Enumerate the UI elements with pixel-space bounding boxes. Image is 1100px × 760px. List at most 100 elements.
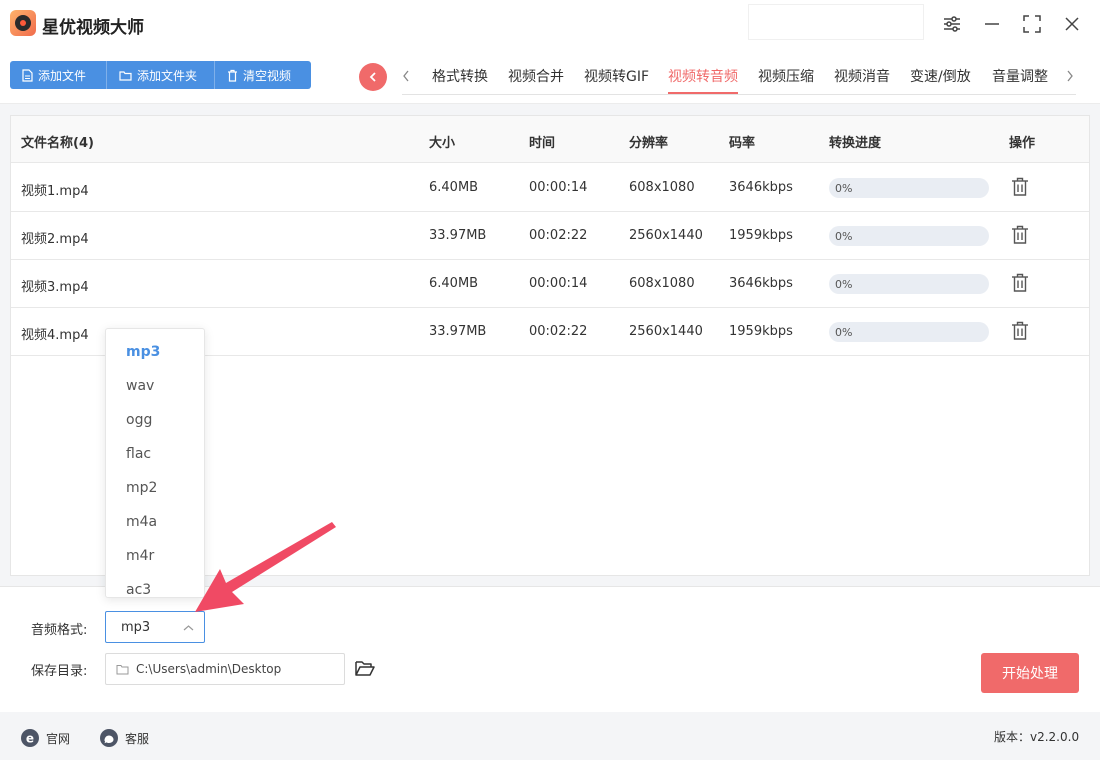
tab-format-convert[interactable]: 格式转换 bbox=[432, 66, 488, 86]
customer-service-label: 客服 bbox=[125, 731, 150, 746]
cell-filename: 视频2.mp4 bbox=[21, 232, 89, 247]
cell-time: 00:00:14 bbox=[529, 276, 588, 291]
add-file-label: 添加文件 bbox=[38, 68, 87, 83]
format-option-wav[interactable]: wav bbox=[126, 378, 154, 394]
header-size: 大小 bbox=[429, 136, 456, 151]
delete-row-icon[interactable] bbox=[1011, 321, 1029, 341]
close-icon[interactable] bbox=[1058, 10, 1086, 38]
progress-text: 0% bbox=[835, 182, 853, 195]
chevron-up-icon bbox=[183, 625, 194, 631]
tab-video-to-gif[interactable]: 视频转GIF bbox=[584, 66, 649, 86]
tabs-baseline bbox=[402, 94, 1076, 95]
website-link[interactable]: e 官网 bbox=[20, 728, 70, 748]
folder-icon bbox=[119, 70, 132, 81]
app-title: 星优视频大师 bbox=[42, 18, 144, 38]
cell-time: 00:02:22 bbox=[529, 228, 588, 243]
cell-time: 00:02:22 bbox=[529, 324, 588, 339]
trash-icon bbox=[228, 69, 237, 82]
svg-text:e: e bbox=[26, 732, 34, 746]
header-progress: 转换进度 bbox=[829, 136, 882, 151]
version-text: 版本：v2.2.0.0 bbox=[994, 730, 1080, 744]
format-option-m4a[interactable]: m4a bbox=[126, 514, 157, 530]
customer-service-link[interactable]: 客服 bbox=[99, 728, 149, 748]
cell-filename: 视频4.mp4 bbox=[21, 328, 89, 343]
app-logo-icon bbox=[10, 10, 36, 36]
table-header: 文件名称(4) 大小 时间 分辨率 码率 转换进度 操作 bbox=[11, 116, 1089, 163]
delete-row-icon[interactable] bbox=[1011, 273, 1029, 293]
header-filename: 文件名称(4) bbox=[21, 136, 94, 151]
tab-volume-adjust[interactable]: 音量调整 bbox=[992, 66, 1048, 86]
format-option-flac[interactable]: flac bbox=[126, 446, 151, 462]
cell-bitrate: 3646kbps bbox=[729, 276, 793, 291]
cell-bitrate: 3646kbps bbox=[729, 180, 793, 195]
cell-time: 00:00:14 bbox=[529, 180, 588, 195]
minimize-icon[interactable] bbox=[978, 10, 1006, 38]
cell-filename: 视频3.mp4 bbox=[21, 280, 89, 295]
website-label: 官网 bbox=[46, 731, 71, 746]
header-time: 时间 bbox=[529, 136, 556, 151]
active-tab-underline bbox=[668, 92, 738, 94]
chat-bubble-icon bbox=[100, 729, 118, 747]
save-dir-label: 保存目录: bbox=[31, 664, 88, 679]
tab-video-merge[interactable]: 视频合并 bbox=[508, 66, 564, 86]
add-folder-button[interactable]: 添加文件夹 bbox=[107, 61, 214, 89]
tab-video-compress[interactable]: 视频压缩 bbox=[758, 66, 814, 86]
cell-size: 6.40MB bbox=[429, 276, 479, 291]
cell-size: 33.97MB bbox=[429, 228, 487, 243]
cell-size: 6.40MB bbox=[429, 180, 479, 195]
progress-text: 0% bbox=[835, 278, 853, 291]
tab-video-mute[interactable]: 视频消音 bbox=[834, 66, 890, 86]
start-processing-button[interactable]: 开始处理 bbox=[981, 653, 1079, 693]
ie-globe-icon: e bbox=[21, 729, 39, 747]
progress-text: 0% bbox=[835, 326, 853, 339]
status-bar: e 官网 客服 版本：v2.2.0.0 bbox=[0, 712, 1100, 760]
format-option-ogg[interactable]: ogg bbox=[126, 412, 152, 428]
back-button[interactable] bbox=[359, 63, 387, 91]
delete-row-icon[interactable] bbox=[1011, 177, 1029, 197]
table-row[interactable]: 视频3.mp4 6.40MB 00:00:14 608x1080 3646kbp… bbox=[11, 260, 1089, 308]
progress-bar: 0% bbox=[829, 226, 989, 246]
clear-videos-button[interactable]: 清空视频 bbox=[215, 61, 311, 89]
save-dir-input[interactable]: C:\Users\admin\Desktop bbox=[105, 653, 345, 685]
settings-sliders-icon[interactable] bbox=[938, 10, 966, 38]
cell-filename: 视频1.mp4 bbox=[21, 184, 89, 199]
progress-text: 0% bbox=[835, 230, 853, 243]
delete-row-icon[interactable] bbox=[1011, 225, 1029, 245]
header-actions: 操作 bbox=[1009, 136, 1036, 151]
save-dir-value: C:\Users\admin\Desktop bbox=[136, 662, 282, 676]
cell-bitrate: 1959kbps bbox=[729, 228, 793, 243]
cell-size: 33.97MB bbox=[429, 324, 487, 339]
cell-resolution: 608x1080 bbox=[629, 276, 695, 291]
file-icon bbox=[22, 68, 33, 82]
tab-video-to-audio[interactable]: 视频转音频 bbox=[668, 66, 738, 86]
cell-resolution: 2560x1440 bbox=[629, 324, 703, 339]
progress-bar: 0% bbox=[829, 322, 989, 342]
audio-format-label: 音频格式: bbox=[31, 623, 88, 638]
toolbar: 添加文件 添加文件夹 清空视频 格式转换 视频合并 视频转GIF 视频转音频 视… bbox=[0, 48, 1100, 104]
chevron-left-icon bbox=[369, 72, 376, 82]
maximize-icon[interactable] bbox=[1018, 10, 1046, 38]
format-option-ac3[interactable]: ac3 bbox=[126, 582, 151, 598]
audio-format-select[interactable]: mp3 bbox=[105, 611, 205, 643]
add-file-button[interactable]: 添加文件 bbox=[10, 61, 106, 89]
add-folder-label: 添加文件夹 bbox=[137, 68, 198, 83]
settings-panel: 音频格式: mp3 保存目录: C:\Users\admin\Desktop 开… bbox=[0, 586, 1100, 712]
table-row[interactable]: 视频2.mp4 33.97MB 00:02:22 2560x1440 1959k… bbox=[11, 212, 1089, 260]
browse-folder-icon[interactable] bbox=[355, 660, 375, 677]
table-row[interactable]: 视频1.mp4 6.40MB 00:00:14 608x1080 3646kbp… bbox=[11, 164, 1089, 212]
folder-icon bbox=[116, 665, 129, 675]
tabs-scroll-left-icon[interactable] bbox=[402, 70, 410, 86]
format-option-mp2[interactable]: mp2 bbox=[126, 480, 157, 496]
cell-resolution: 608x1080 bbox=[629, 180, 695, 195]
title-search-box[interactable] bbox=[748, 4, 924, 40]
format-option-mp3[interactable]: mp3 bbox=[126, 344, 160, 360]
header-resolution: 分辨率 bbox=[629, 136, 669, 151]
cell-bitrate: 1959kbps bbox=[729, 324, 793, 339]
progress-bar: 0% bbox=[829, 274, 989, 294]
audio-format-dropdown: mp3 wav ogg flac mp2 m4a m4r ac3 bbox=[105, 328, 205, 598]
tab-speed-reverse[interactable]: 变速/倒放 bbox=[910, 66, 971, 86]
header-bitrate: 码率 bbox=[729, 136, 756, 151]
tabs-scroll-right-icon[interactable] bbox=[1066, 70, 1074, 86]
audio-format-value: mp3 bbox=[121, 620, 151, 635]
format-option-m4r[interactable]: m4r bbox=[126, 548, 154, 564]
